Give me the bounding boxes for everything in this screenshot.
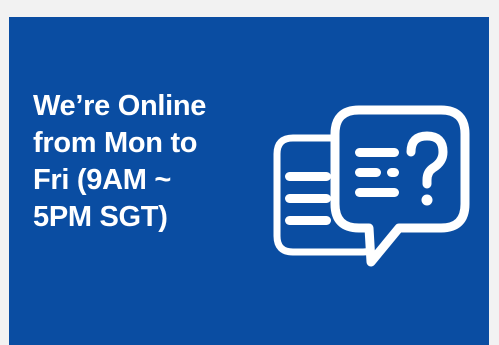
chat-bubbles-question-icon bbox=[273, 105, 470, 267]
headline-line-3: Fri (9AM ~ bbox=[33, 164, 171, 196]
online-hours-banner: We’re Online from Mon to Fri (9AM ~ 5PM … bbox=[9, 17, 489, 345]
headline-line-1: We’re Online bbox=[33, 90, 207, 122]
online-hours-headline: We’re Online from Mon to Fri (9AM ~ 5PM … bbox=[33, 88, 273, 236]
headline-line-2: from Mon to bbox=[33, 127, 198, 159]
headline-line-4: 5PM SGT) bbox=[33, 201, 168, 233]
